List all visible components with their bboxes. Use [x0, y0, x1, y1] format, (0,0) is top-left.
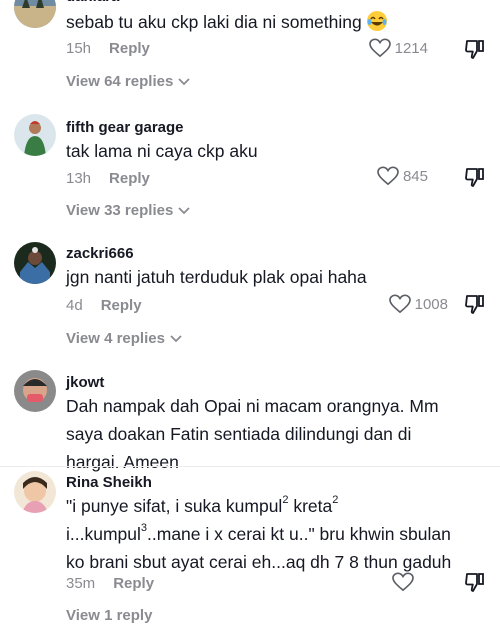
thumbs-down-icon[interactable]	[464, 38, 486, 60]
comment-text-fragment: "i punye sifat, i suka kumpul	[66, 496, 283, 516]
avatar[interactable]	[14, 242, 56, 284]
view-replies-label: View 64 replies	[66, 73, 174, 90]
comment-time: 35m	[66, 575, 96, 592]
comment-text-fragment: i...kumpul	[66, 524, 141, 544]
heart-icon	[377, 166, 399, 186]
comment-meta: 15h Reply	[66, 40, 150, 57]
avatar[interactable]	[14, 370, 56, 412]
view-replies-label: View 4 replies	[66, 330, 165, 347]
avatar[interactable]	[14, 114, 56, 156]
thumbs-down-icon[interactable]	[464, 571, 486, 593]
view-replies-button[interactable]: View 4 replies	[66, 330, 183, 347]
comment-time: 4d	[66, 297, 83, 314]
avatar[interactable]	[14, 471, 56, 513]
like-button[interactable]: 1008	[388, 294, 448, 314]
comment-text-body: sebab tu aku ckp laki dia ni something	[66, 12, 362, 32]
comment-text: tak lama ni caya ckp aku	[66, 141, 258, 161]
heart-icon	[388, 294, 411, 314]
heart-icon	[392, 572, 414, 592]
comment-username[interactable]: jkowt	[66, 374, 104, 391]
view-replies-label: View 33 replies	[66, 202, 174, 219]
reply-button[interactable]: Reply	[113, 575, 154, 592]
comment-text-fragment: kreta	[288, 496, 333, 516]
like-count: 845	[402, 167, 428, 185]
comment-username[interactable]: fifth gear garage	[66, 119, 184, 136]
comment-time: 15h	[66, 40, 92, 57]
like-button[interactable]: 845	[377, 166, 428, 186]
heart-icon	[368, 38, 391, 58]
comment-meta: 4d Reply	[66, 297, 142, 314]
superscript: 2	[332, 494, 339, 506]
reply-button[interactable]: Reply	[109, 40, 150, 57]
comment-text-line: "i punye sifat, i suka kumpul2 kreta2	[66, 492, 451, 520]
thumbs-down-icon[interactable]	[464, 293, 486, 315]
like-count: 1214	[394, 39, 428, 57]
comment-text-line: hargai. Ameen	[66, 452, 179, 472]
comment-text-line: i...kumpul3..mane i x cerai kt u.." bru …	[66, 520, 451, 548]
view-replies-button[interactable]: View 64 replies	[66, 73, 191, 90]
like-button[interactable]: 1214	[368, 38, 428, 58]
comment-text: jgn nanti jatuh terduduk plak opai haha	[66, 267, 367, 287]
comment-meta: 35m Reply	[66, 575, 154, 592]
comment-username[interactable]: Rina Sheikh	[66, 474, 152, 491]
reply-button[interactable]: Reply	[101, 297, 142, 314]
comment-time: 13h	[66, 170, 92, 187]
comment-text-line: Dah nampak dah Opai ni macam orangnya. M…	[66, 396, 439, 416]
comment-text: sebab tu aku ckp laki dia ni something	[66, 8, 388, 36]
face-with-tears-of-joy-icon	[366, 10, 388, 32]
comment-meta: 13h Reply	[66, 170, 150, 187]
divider	[0, 466, 500, 467]
comment-text-line: saya doakan Fatin sentiada dilindungi da…	[66, 424, 412, 444]
avatar[interactable]	[14, 0, 56, 28]
comment-username[interactable]: dahlara	[66, 0, 119, 5]
comment-username[interactable]: zackri666	[66, 245, 134, 262]
view-replies-button[interactable]: View 33 replies	[66, 202, 191, 219]
chevron-down-icon	[178, 77, 190, 85]
comment-text-fragment: ..mane i x cerai kt u.." bru khwin sbula…	[147, 524, 451, 544]
comment-text: "i punye sifat, i suka kumpul2 kreta2 i.…	[66, 492, 451, 576]
like-button[interactable]	[392, 572, 414, 592]
thumbs-down-icon[interactable]	[464, 166, 486, 188]
chevron-down-icon	[178, 206, 190, 214]
like-count: 1008	[414, 295, 448, 313]
comment-text: Dah nampak dah Opai ni macam orangnya. M…	[66, 392, 439, 476]
reply-button[interactable]: Reply	[109, 170, 150, 187]
chevron-down-icon	[170, 334, 182, 342]
